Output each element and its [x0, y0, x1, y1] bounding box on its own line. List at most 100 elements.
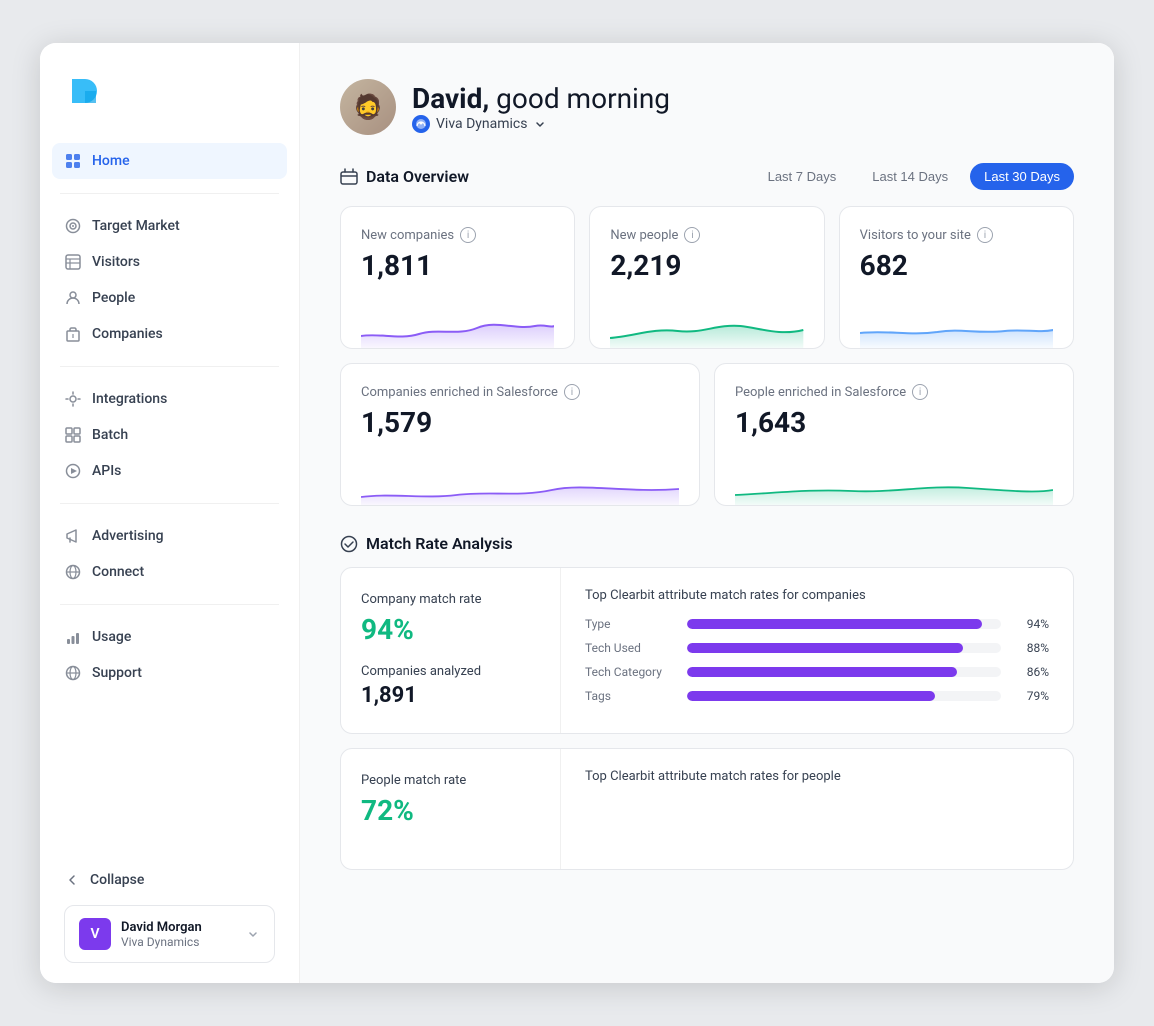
bar-row-tech-used: Tech Used 88%	[585, 641, 1049, 655]
stat-card-new-people: New people i 2,219	[589, 206, 824, 349]
user-org: Viva Dynamics	[121, 935, 202, 949]
user-avatar: V	[79, 918, 111, 950]
advertising-icon	[64, 527, 82, 545]
match-rate-header: Match Rate Analysis	[340, 534, 1074, 553]
sidebar-item-target-market[interactable]: Target Market	[52, 208, 287, 244]
stat-value-people-enriched: 1,643	[735, 406, 1053, 439]
data-overview-header: Data Overview Last 7 Days Last 14 Days L…	[340, 163, 1074, 190]
info-icon-new-companies[interactable]: i	[460, 227, 476, 243]
company-match-right: Top Clearbit attribute match rates for c…	[561, 568, 1073, 733]
match-rate-section: Match Rate Analysis Company match rate 9…	[340, 534, 1074, 870]
bar-pct-tags: 79%	[1013, 689, 1049, 703]
people-rate-label: People match rate	[361, 773, 540, 788]
info-icon-companies-enriched[interactable]: i	[564, 384, 580, 400]
sidebar-item-label: Companies	[92, 326, 163, 342]
people-icon	[64, 289, 82, 307]
stat-label-companies-enriched: Companies enriched in Salesforce i	[361, 384, 679, 400]
section-title-data-overview: Data Overview	[340, 167, 469, 186]
people-rate-value: 72%	[361, 794, 540, 827]
stats-grid-top: New companies i 1,811	[340, 206, 1074, 349]
user-profile-avatar: 🧔	[340, 79, 396, 135]
bar-track-tags	[687, 691, 1001, 701]
org-selector[interactable]: Viva Dynamics	[412, 115, 670, 133]
user-info: David Morgan Viva Dynamics	[121, 920, 202, 949]
sidebar: Home Target Market Visitors	[40, 43, 300, 983]
company-match-left: Company match rate 94% Companies analyze…	[341, 568, 561, 733]
company-rate-value: 94%	[361, 613, 540, 646]
home-icon	[64, 152, 82, 170]
divider-3	[60, 503, 279, 504]
section-title-match-rate: Match Rate Analysis	[340, 534, 513, 553]
divider-2	[60, 366, 279, 367]
bar-row-tech-category: Tech Category 86%	[585, 665, 1049, 679]
bar-pct-tech-category: 86%	[1013, 665, 1049, 679]
sidebar-section-tools: Integrations Batch APIs	[40, 377, 299, 493]
bar-label-tags: Tags	[585, 689, 675, 703]
batch-icon	[64, 426, 82, 444]
header-text: David, good morning Viva Dynamics	[412, 82, 670, 133]
bar-pct-type: 94%	[1013, 617, 1049, 631]
collapse-icon	[64, 872, 80, 888]
sidebar-item-advertising[interactable]: Advertising	[52, 518, 287, 554]
stat-value-new-people: 2,219	[610, 249, 803, 282]
apis-icon	[64, 462, 82, 480]
greeting-name: David,	[412, 82, 489, 115]
sidebar-item-connect[interactable]: Connect	[52, 554, 287, 590]
sidebar-section-crm: Target Market Visitors People	[40, 204, 299, 356]
stat-label-new-people: New people i	[610, 227, 803, 243]
info-icon-new-people[interactable]: i	[684, 227, 700, 243]
stat-card-companies-enriched: Companies enriched in Salesforce i 1,579	[340, 363, 700, 506]
companies-icon	[64, 325, 82, 343]
usage-icon	[64, 628, 82, 646]
target-icon	[64, 217, 82, 235]
bar-track-type	[687, 619, 1001, 629]
data-overview-title: Data Overview	[366, 167, 469, 186]
collapse-button[interactable]: Collapse	[52, 863, 287, 897]
bar-track-tech-category	[687, 667, 1001, 677]
user-card-chevron-icon	[246, 927, 260, 941]
company-match-card: Company match rate 94% Companies analyze…	[340, 567, 1074, 734]
sidebar-item-label: Support	[92, 665, 142, 681]
logo-area	[40, 71, 299, 139]
sidebar-item-label: People	[92, 290, 135, 306]
org-chevron-icon	[533, 117, 547, 131]
stat-value-new-companies: 1,811	[361, 249, 554, 282]
date-filter-7days[interactable]: Last 7 Days	[754, 163, 851, 190]
stat-card-visitors: Visitors to your site i 682	[839, 206, 1074, 349]
people-match-right: Top Clearbit attribute match rates for p…	[561, 749, 1073, 869]
integrations-icon	[64, 390, 82, 408]
date-filter-14days[interactable]: Last 14 Days	[858, 163, 962, 190]
sidebar-item-people[interactable]: People	[52, 280, 287, 316]
sidebar-item-apis[interactable]: APIs	[52, 453, 287, 489]
bar-label-type: Type	[585, 617, 675, 631]
page-greeting: David, good morning	[412, 82, 670, 115]
bar-fill-tech-used	[687, 643, 963, 653]
info-icon-people-enriched[interactable]: i	[912, 384, 928, 400]
chart-companies-enriched	[361, 455, 679, 505]
bar-row-tags: Tags 79%	[585, 689, 1049, 703]
sidebar-item-label: Advertising	[92, 528, 164, 544]
sidebar-item-batch[interactable]: Batch	[52, 417, 287, 453]
info-icon-visitors[interactable]: i	[977, 227, 993, 243]
user-card[interactable]: V David Morgan Viva Dynamics	[64, 905, 275, 963]
date-filter-group: Last 7 Days Last 14 Days Last 30 Days	[754, 163, 1074, 190]
chart-new-companies	[361, 298, 554, 348]
bar-fill-type	[687, 619, 982, 629]
main-content: 🧔 David, good morning Viva Dynamics Data…	[300, 43, 1114, 983]
page-header: 🧔 David, good morning Viva Dynamics	[340, 79, 1074, 135]
sidebar-item-label: Visitors	[92, 254, 140, 270]
sidebar-section-account: Usage Support	[40, 615, 299, 695]
date-filter-30days[interactable]: Last 30 Days	[970, 163, 1074, 190]
sidebar-item-integrations[interactable]: Integrations	[52, 381, 287, 417]
sidebar-item-visitors[interactable]: Visitors	[52, 244, 287, 280]
sidebar-item-usage[interactable]: Usage	[52, 619, 287, 655]
sidebar-item-support[interactable]: Support	[52, 655, 287, 691]
sidebar-item-home[interactable]: Home	[52, 143, 287, 179]
bar-fill-tags	[687, 691, 935, 701]
chart-visitors	[860, 298, 1053, 348]
stat-card-new-companies: New companies i 1,811	[340, 206, 575, 349]
company-bars-title: Top Clearbit attribute match rates for c…	[585, 588, 1049, 603]
app-logo-icon	[64, 71, 104, 111]
bar-fill-tech-category	[687, 667, 957, 677]
sidebar-item-companies[interactable]: Companies	[52, 316, 287, 352]
